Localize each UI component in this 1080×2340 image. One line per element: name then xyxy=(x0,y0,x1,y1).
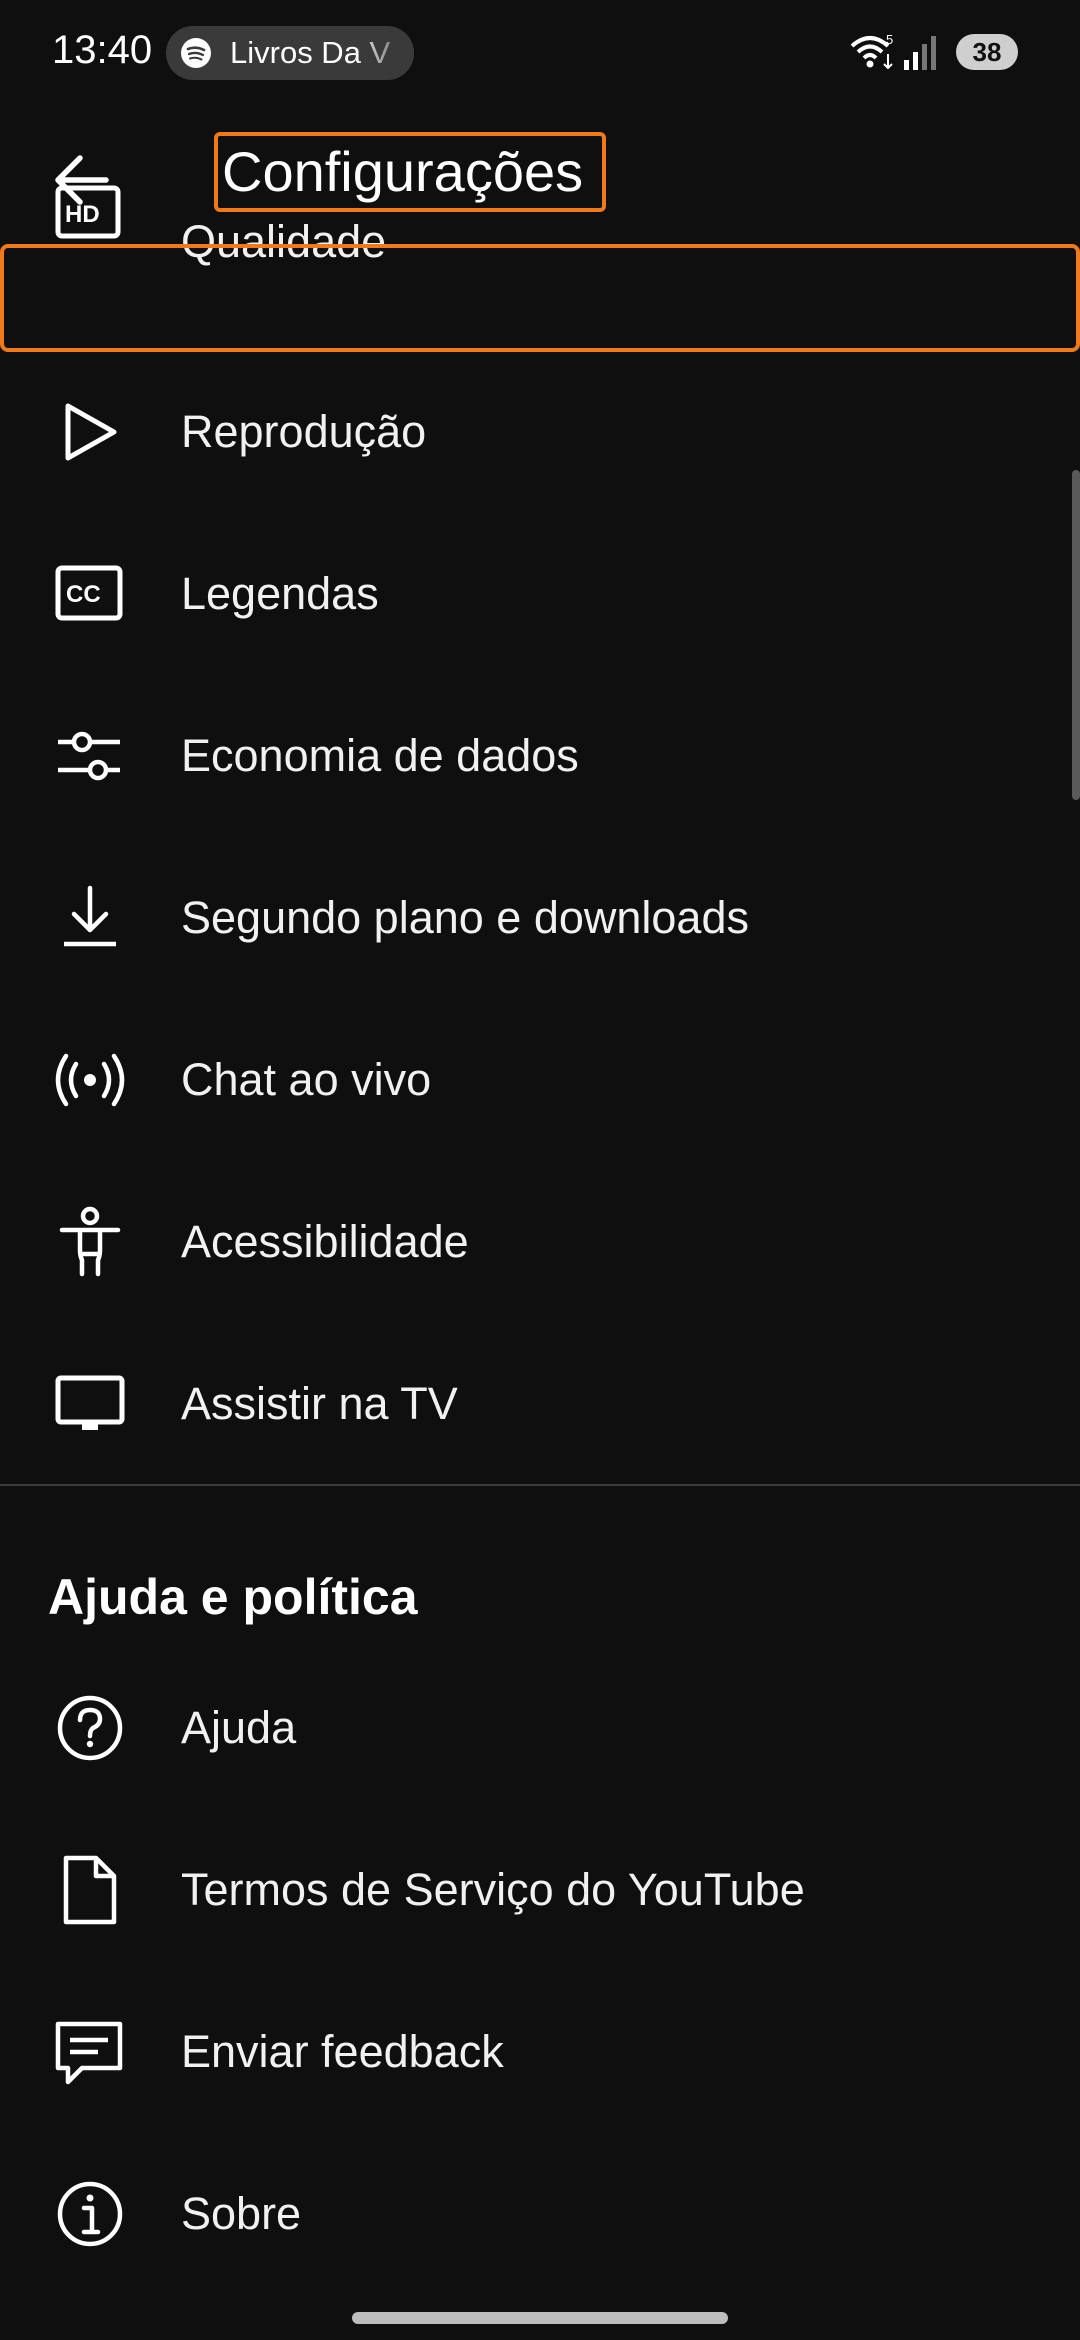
system-icons: 5 38 xyxy=(848,28,1048,78)
media-fade xyxy=(354,26,414,80)
closed-captions-icon: CC xyxy=(55,565,123,621)
wifi-icon: 5 xyxy=(850,32,893,70)
settings-screen: 13:40 Livros Da V 5 38 Configurações HD … xyxy=(0,0,1080,2340)
play-icon xyxy=(65,403,117,461)
setting-label: Legendas xyxy=(181,568,379,619)
wifi-badge: 5 xyxy=(886,32,893,47)
setting-label: Segundo plano e downloads xyxy=(181,892,749,943)
setting-row-downloads[interactable]: Segundo plano e downloads xyxy=(0,838,1080,1000)
help-row-termos[interactable]: Termos de Serviço do YouTube xyxy=(0,1810,1080,1972)
setting-row-tv[interactable]: Assistir na TV xyxy=(0,1324,1080,1486)
accessibility-icon xyxy=(59,1206,121,1277)
setting-row-economia[interactable]: Economia de dados xyxy=(0,676,1080,838)
setting-label: Chat ao vivo xyxy=(181,1054,432,1105)
live-broadcast-icon xyxy=(55,1053,125,1107)
status-time: 13:40 xyxy=(52,28,153,72)
help-row-ajuda[interactable]: Ajuda xyxy=(0,1648,1080,1810)
help-label: Enviar feedback xyxy=(181,2026,504,2077)
setting-row-reproducao[interactable]: Reprodução xyxy=(0,352,1080,514)
feedback-icon xyxy=(55,2021,123,2085)
help-label: Sobre xyxy=(181,2188,302,2239)
setting-row-chat[interactable]: Chat ao vivo xyxy=(0,1000,1080,1162)
svg-text:CC: CC xyxy=(66,581,101,608)
spotify-icon xyxy=(181,38,211,68)
battery-indicator: 38 xyxy=(956,34,1018,70)
help-circle-icon xyxy=(57,1695,123,1761)
status-bar: 13:40 Livros Da V 5 38 xyxy=(0,0,1080,110)
signal-icon xyxy=(904,36,936,70)
media-chip[interactable]: Livros Da V xyxy=(166,26,414,80)
page-title-highlight: Configurações xyxy=(214,132,606,212)
setting-label: Acessibilidade xyxy=(181,1216,469,1267)
info-icon xyxy=(57,2181,123,2247)
sliders-icon xyxy=(58,731,120,781)
help-label: Ajuda xyxy=(181,1702,297,1753)
setting-row-acessibilidade[interactable]: Acessibilidade xyxy=(0,1162,1080,1324)
setting-label: Reprodução xyxy=(181,406,427,457)
tv-icon xyxy=(55,1375,125,1430)
home-indicator[interactable] xyxy=(352,2312,728,2324)
page-title: Configurações xyxy=(222,140,584,203)
svg-text:HD: HD xyxy=(65,201,100,228)
focus-highlight xyxy=(0,244,1080,352)
setting-label: Economia de dados xyxy=(181,730,579,781)
section-heading-help: Ajuda e política xyxy=(48,1569,418,1625)
hd-icon: HD xyxy=(55,185,121,239)
scrollbar-thumb[interactable] xyxy=(1072,470,1080,800)
section-divider xyxy=(0,1484,1080,1486)
document-icon xyxy=(63,1855,117,1925)
setting-label: Assistir na TV xyxy=(181,1378,458,1429)
download-icon xyxy=(64,885,116,947)
setting-row-legendas[interactable]: CC Legendas xyxy=(0,514,1080,676)
help-row-feedback[interactable]: Enviar feedback xyxy=(0,1972,1080,2134)
help-label: Termos de Serviço do YouTube xyxy=(181,1864,805,1915)
help-row-sobre[interactable]: Sobre xyxy=(0,2134,1080,2296)
